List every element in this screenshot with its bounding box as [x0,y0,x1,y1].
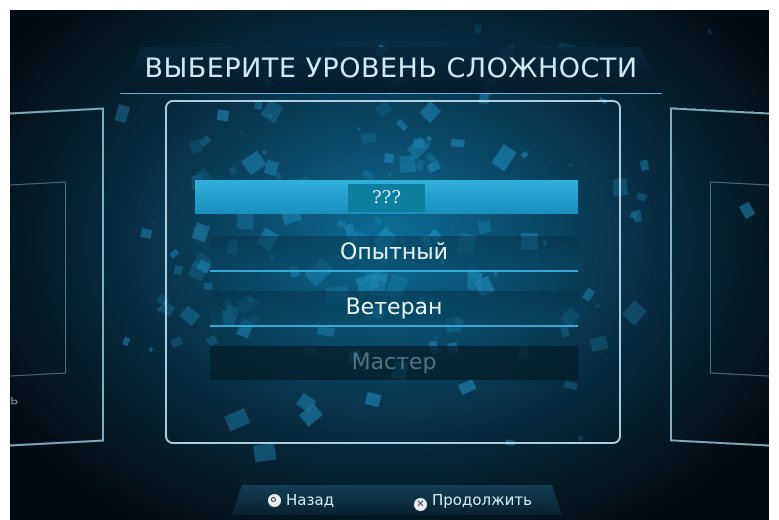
circle-button-icon [268,494,281,507]
game-screen: ь ВЫБЕРИТЕ УРОВЕНЬ СЛОЖНОСТИ ??? Опытный… [10,10,769,520]
back-label: Назад [286,491,335,509]
difficulty-option-experienced[interactable]: Опытный [210,236,578,272]
left-carousel-panel: ь [10,107,104,447]
particle-shard [148,346,154,353]
particle-shard [139,227,153,240]
difficulty-panel [165,100,621,444]
difficulty-option-unknown[interactable]: ??? [195,180,578,214]
particle-shard [621,300,648,326]
particle-shard [122,336,131,347]
difficulty-option-label: ??? [348,184,425,212]
cross-button-icon: ✕ [414,498,427,511]
back-button[interactable]: Назад [268,487,334,513]
page-title: ВЫБЕРИТЕ УРОВЕНЬ СЛОЖНОСТИ [144,53,638,84]
continue-label: Продолжить [432,491,532,509]
right-carousel-panel [670,107,769,447]
particle-shard [253,442,277,463]
particle-shard [474,24,482,34]
particle-shard [706,28,713,36]
particle-shard [635,191,647,202]
right-panel-inner-frame [710,181,769,377]
left-panel-text: ь [10,392,19,409]
difficulty-option-master: Мастер [210,346,578,380]
left-panel-inner-frame [10,181,66,377]
difficulty-option-veteran[interactable]: Ветеран [210,291,578,327]
continue-button[interactable]: ✕ Продолжить [414,487,532,513]
particle-shard [639,159,650,171]
particle-shard [151,221,155,224]
particle-shard [114,104,131,124]
